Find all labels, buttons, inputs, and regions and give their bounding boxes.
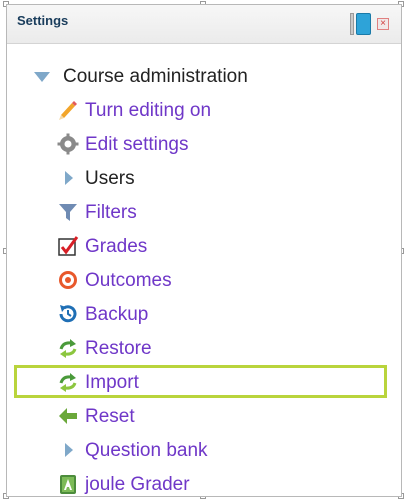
tree-item-label[interactable]: Filters <box>85 203 137 222</box>
funnel-icon <box>57 201 79 223</box>
close-icon[interactable]: × <box>377 18 389 30</box>
settings-block: Settings × Course administration Turn ed… <box>6 4 402 497</box>
joule-grader-icon <box>57 473 79 495</box>
backup-icon <box>57 303 79 325</box>
tree-item-backup[interactable]: Backup <box>57 299 148 329</box>
gear-icon <box>57 133 79 155</box>
tree-item-grades[interactable]: Grades <box>57 231 147 261</box>
tree-root-course-administration[interactable]: Course administration <box>31 61 248 91</box>
dock-box <box>356 13 371 35</box>
dock-bar <box>350 13 354 35</box>
reset-arrow-icon <box>57 405 79 427</box>
dock-to-side-icon[interactable] <box>350 13 371 35</box>
expand-arrow-icon[interactable] <box>57 439 79 461</box>
tree-item-label[interactable]: Backup <box>85 305 148 324</box>
import-highlight-box <box>14 365 387 398</box>
tree-item-question-bank[interactable]: Question bank <box>57 435 208 465</box>
tree-item-filters[interactable]: Filters <box>57 197 137 227</box>
tree-item-label[interactable]: Reset <box>85 407 135 426</box>
tree-item-users[interactable]: Users <box>57 163 135 193</box>
block-title: Settings <box>17 13 69 28</box>
tree-item-restore[interactable]: Restore <box>57 333 152 363</box>
tree-item-label[interactable]: Turn editing on <box>85 101 211 120</box>
expand-arrow-icon[interactable] <box>57 167 79 189</box>
checkmark-icon <box>57 235 79 257</box>
tree-item-label[interactable]: Outcomes <box>85 271 172 290</box>
tree-item-outcomes[interactable]: Outcomes <box>57 265 172 295</box>
block-header: Settings × <box>7 5 401 44</box>
tree-item-reset[interactable]: Reset <box>57 401 135 431</box>
tree-root-label: Course administration <box>63 65 248 87</box>
target-icon <box>57 269 79 291</box>
tree-item-label[interactable]: Restore <box>85 339 152 358</box>
restore-icon <box>57 337 79 359</box>
tree-item-joule-grader[interactable]: joule Grader <box>57 469 190 499</box>
tree-item-edit-settings[interactable]: Edit settings <box>57 129 189 159</box>
tree-item-turn-editing-on[interactable]: Turn editing on <box>57 95 211 125</box>
tree-item-label[interactable]: joule Grader <box>85 475 190 494</box>
pencil-icon <box>57 99 79 121</box>
tree-item-label: Users <box>85 167 135 189</box>
tree-item-label[interactable]: Edit settings <box>85 135 189 154</box>
block-controls: × <box>350 13 389 35</box>
tree-item-label[interactable]: Question bank <box>85 441 208 460</box>
tree-item-label[interactable]: Grades <box>85 237 147 256</box>
collapse-arrow-icon[interactable] <box>31 65 51 87</box>
